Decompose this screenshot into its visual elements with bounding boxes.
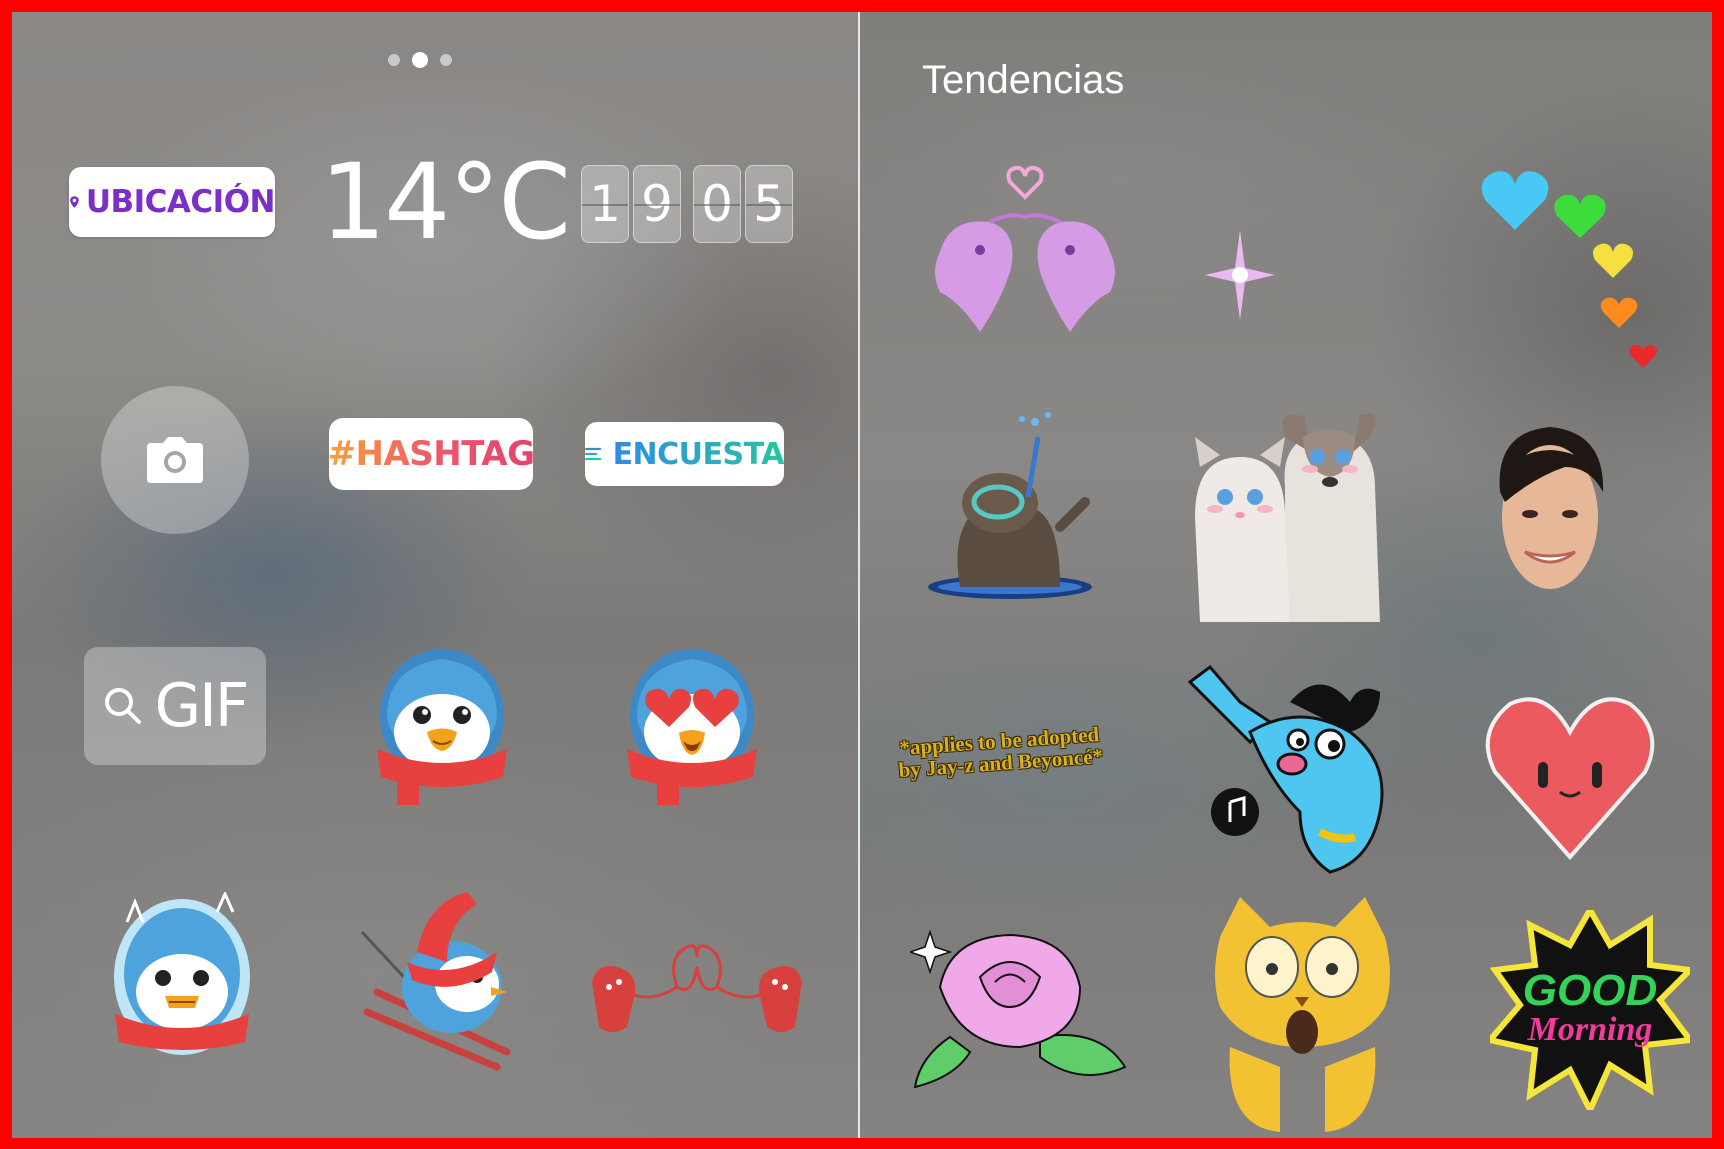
good-morning-line2: Morning (1527, 1011, 1653, 1048)
location-pin-icon (70, 196, 79, 208)
hashtag-label: #HASHTAG (327, 434, 535, 474)
page-dot-active[interactable] (412, 52, 428, 68)
poll-sticker[interactable]: ENCUESTA (585, 422, 785, 486)
gif-label: GIF (154, 671, 250, 741)
camera-sticker[interactable] (101, 386, 249, 534)
penguin-skiing-sticker[interactable] (357, 892, 527, 1072)
hashtag-sticker[interactable]: #HASHTAG (327, 418, 535, 490)
search-icon (104, 688, 141, 724)
camera-icon (147, 437, 203, 483)
location-sticker[interactable]: UBICACIÓN (69, 167, 276, 237)
penguin-scarf-sticker[interactable] (367, 637, 517, 807)
mittens-heart-sticker[interactable] (587, 927, 807, 1047)
clock-sticker[interactable]: 1 9 0 5 (581, 165, 797, 243)
good-morning-line1: GOOD (1523, 966, 1657, 1015)
clock-digit: 5 (745, 165, 793, 243)
page-indicator (388, 52, 452, 68)
screenshot-frame: UBICACIÓN 14°C 1 9 0 5 #HASHTAG ENCUESTA… (12, 12, 1712, 1138)
red-heart-face-sticker[interactable] (1480, 692, 1660, 862)
gif-sticker[interactable]: GIF (84, 647, 266, 765)
shocked-yellow-cat-sticker[interactable] (1210, 897, 1395, 1132)
poll-label: ENCUESTA (612, 436, 785, 472)
pink-rose-sticker[interactable] (910, 927, 1130, 1097)
rainbow-hearts-sticker[interactable] (1475, 160, 1675, 380)
mermaids-heart-sticker[interactable] (920, 162, 1130, 342)
sticker-tray-right: Tendencias *applies to be adopted by Jay… (860, 12, 1712, 1138)
clock-digit: 0 (693, 165, 741, 243)
sparkle-sticker[interactable] (1205, 230, 1275, 320)
blue-genie-singing-sticker[interactable] (1180, 662, 1410, 892)
page-dot[interactable] (440, 54, 452, 66)
quote-sticker[interactable]: *applies to be adopted by Jay-z and Beyo… (889, 722, 1112, 782)
kitten-and-puppy-sticker[interactable] (1185, 397, 1395, 627)
clock-digit: 9 (633, 165, 681, 243)
penguin-heart-eyes-sticker[interactable] (617, 637, 767, 807)
page-dot[interactable] (388, 54, 400, 66)
sticker-tray-left: UBICACIÓN 14°C 1 9 0 5 #HASHTAG ENCUESTA… (12, 12, 858, 1138)
location-label: UBICACIÓN (85, 184, 276, 220)
good-morning-sticker[interactable]: GOOD Morning (1490, 910, 1690, 1110)
otter-snorkel-sticker[interactable] (920, 407, 1100, 602)
section-title: Tendencias (922, 58, 1125, 102)
temperature-sticker[interactable]: 14°C (320, 150, 571, 254)
clock-digit: 1 (581, 165, 629, 243)
woman-face-sticker[interactable] (1485, 422, 1615, 602)
poll-lines-icon (585, 447, 602, 461)
penguin-frozen-sticker[interactable] (107, 892, 257, 1062)
